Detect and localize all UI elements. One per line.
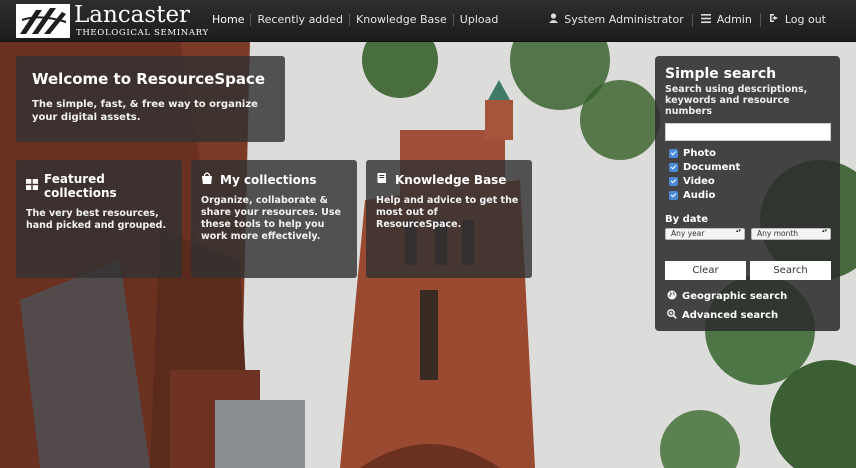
- date-selects: Any year Any month: [665, 227, 831, 240]
- month-select[interactable]: Any month: [751, 227, 831, 240]
- advanced-search-label: Advanced search: [682, 309, 779, 321]
- geographic-search-label: Geographic search: [682, 290, 788, 302]
- logout-icon: [769, 13, 779, 27]
- my-collections-tile[interactable]: My collections Organize, collaborate & s…: [191, 160, 357, 278]
- user-icon: [549, 13, 559, 27]
- resource-type-filters: Photo Document Video Audio: [669, 147, 830, 203]
- advanced-search-link[interactable]: Advanced search: [667, 308, 830, 322]
- type-audio-checkbox[interactable]: Audio: [669, 189, 830, 203]
- logout-link[interactable]: Log out: [759, 13, 834, 27]
- welcome-text: The simple, fast, & free way to organize…: [32, 99, 258, 123]
- search-hint: Search using descriptions, keywords and …: [665, 84, 808, 117]
- shopping-bag-icon: [201, 172, 215, 187]
- tile-title: Featured collections: [44, 172, 117, 200]
- book-icon: [376, 172, 390, 187]
- tile-text: The very best resources, hand picked and…: [26, 208, 167, 231]
- year-select[interactable]: Any year: [665, 227, 745, 240]
- top-navigation-bar: Lancaster THEOLOGICAL SEMINARY Home Rece…: [0, 0, 856, 42]
- checkbox-checked-icon[interactable]: [669, 149, 678, 158]
- type-video-checkbox[interactable]: Video: [669, 175, 830, 189]
- clear-button[interactable]: Clear: [665, 260, 746, 280]
- search-title: Simple search: [665, 66, 777, 82]
- nav-home-link[interactable]: Home: [206, 14, 250, 26]
- knowledge-base-tile[interactable]: Knowledge Base Help and advice to get th…: [366, 160, 532, 278]
- tile-heading: My collections: [201, 172, 347, 187]
- tile-title: My collections: [220, 172, 317, 187]
- type-document-checkbox[interactable]: Document: [669, 161, 830, 175]
- checkbox-label: Audio: [683, 190, 716, 201]
- tile-heading: Featured collections: [26, 172, 172, 200]
- checkbox-checked-icon[interactable]: [669, 177, 678, 186]
- simple-search-panel: Simple search Search using descriptions,…: [655, 56, 840, 331]
- tile-heading: Knowledge Base: [376, 172, 522, 187]
- logout-label: Log out: [784, 13, 826, 26]
- admin-label: Admin: [716, 13, 752, 26]
- nav-recently-added-link[interactable]: Recently added: [250, 14, 349, 26]
- search-input[interactable]: [665, 122, 831, 141]
- geographic-search-link[interactable]: Geographic search: [667, 290, 830, 303]
- checkbox-label: Document: [683, 162, 741, 173]
- featured-collections-tile[interactable]: Featured collections The very best resou…: [16, 160, 182, 278]
- tile-title: Knowledge Base: [395, 172, 507, 187]
- admin-link[interactable]: Admin: [691, 13, 760, 27]
- search-button[interactable]: Search: [750, 260, 831, 280]
- user-nav: System Administrator Admin Log out: [541, 0, 834, 40]
- brand-name: Lancaster: [74, 2, 191, 28]
- tile-text: Organize, collaborate & share your resou…: [201, 195, 341, 242]
- type-photo-checkbox[interactable]: Photo: [669, 147, 830, 161]
- nav-upload-link[interactable]: Upload: [452, 14, 505, 26]
- welcome-title: Welcome to ResourceSpace: [32, 70, 266, 88]
- checkbox-label: Video: [683, 176, 715, 187]
- grid-icon: [26, 179, 39, 193]
- brand-subtitle: THEOLOGICAL SEMINARY: [76, 28, 209, 38]
- checkbox-checked-icon[interactable]: [669, 163, 678, 172]
- tile-text: Help and advice to get the most out of R…: [376, 195, 519, 230]
- user-account-link[interactable]: System Administrator: [541, 13, 692, 27]
- user-name: System Administrator: [564, 13, 684, 26]
- lancaster-logo[interactable]: Lancaster THEOLOGICAL SEMINARY: [16, 2, 208, 38]
- welcome-panel: Welcome to ResourceSpace The simple, fas…: [16, 56, 285, 142]
- search-plus-icon: [667, 308, 677, 322]
- by-date-label: By date: [665, 213, 709, 225]
- nav-knowledge-base-link[interactable]: Knowledge Base: [349, 14, 453, 26]
- seminary-emblem-icon: [16, 4, 70, 38]
- main-nav: Home Recently added Knowledge Base Uploa…: [206, 0, 504, 40]
- search-buttons: Clear Search: [665, 260, 831, 280]
- globe-icon: [667, 290, 677, 303]
- checkbox-label: Photo: [683, 148, 716, 159]
- checkbox-checked-icon[interactable]: [669, 191, 678, 200]
- menu-icon: [700, 13, 711, 27]
